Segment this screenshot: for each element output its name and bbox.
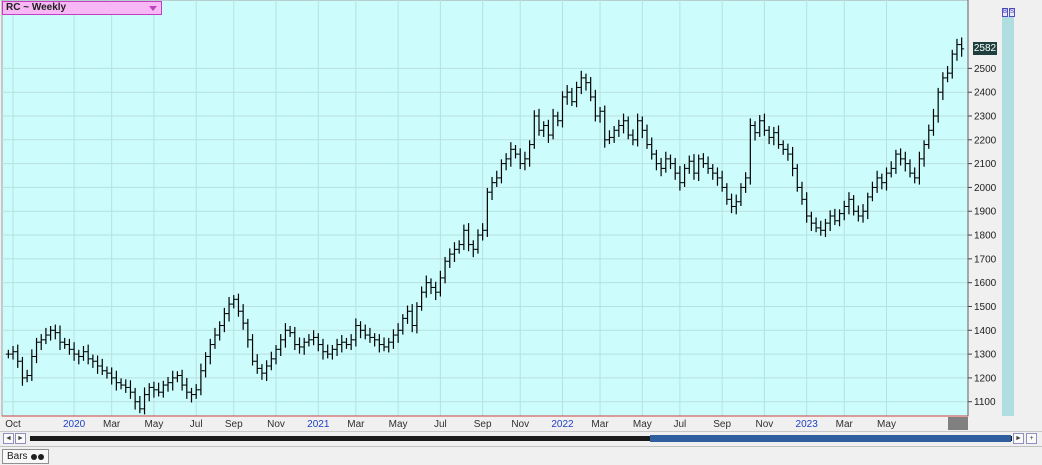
y-tick-label: 1300	[974, 350, 997, 361]
x-tick-label: 2022	[551, 419, 574, 430]
y-tick-label: 2300	[974, 112, 997, 123]
mini-button-s[interactable]: S	[1009, 8, 1015, 17]
y-tick-label: 2200	[974, 135, 997, 146]
mini-button-b[interactable]: B	[1002, 8, 1008, 17]
x-tick-label: May	[633, 419, 652, 430]
x-tick-label: 2021	[307, 419, 330, 430]
symbol-selector[interactable]: RC ~ Weekly	[2, 1, 162, 15]
mini-buttons: B S	[1002, 8, 1015, 17]
x-tick-label: Mar	[836, 419, 854, 430]
scroll-left-icon[interactable]: ◄	[3, 433, 14, 444]
y-tick-label: 1500	[974, 302, 997, 313]
last-price-tag: 2582	[973, 41, 997, 55]
x-tick-label: 2020	[63, 419, 86, 430]
x-tick-label: 2023	[796, 419, 819, 430]
y-tick-label: 1900	[974, 207, 997, 218]
x-tick-label: Sep	[713, 419, 731, 430]
x-tick-label: Jul	[434, 419, 447, 430]
circle-icon	[30, 453, 37, 460]
x-tick-label: Sep	[225, 419, 243, 430]
scroll-end-icon[interactable]: ►	[1013, 433, 1024, 444]
scroll-right-small-icon[interactable]: ►	[15, 433, 26, 444]
price-chart[interactable]: Oct 2020 Mar May Jul Sep Nov 2021 Mar May Jul Sep No…	[0, 0, 1042, 446]
x-tick-label: May	[877, 419, 896, 430]
x-tick-label: Jul	[673, 419, 686, 430]
x-tick-label: May	[389, 419, 408, 430]
y-tick-label: 1600	[974, 278, 997, 289]
y-tick-label: 1200	[974, 373, 997, 384]
x-tick-label: Mar	[591, 419, 609, 430]
x-tick-label: Nov	[511, 419, 529, 430]
y-tick-label: 1700	[974, 254, 997, 265]
x-tick-label: Mar	[347, 419, 365, 430]
y-tick-label: 1800	[974, 231, 997, 242]
right-margin-band	[1002, 16, 1014, 416]
x-axis-cursor-box	[948, 417, 968, 430]
x-tick-label: Oct	[5, 419, 21, 430]
chart-area[interactable]: Oct 2020 Mar May Jul Sep Nov 2021 Mar May Jul Sep No…	[0, 0, 1042, 446]
x-tick-label: May	[144, 419, 163, 430]
zoom-icon[interactable]: +	[1026, 433, 1037, 444]
x-tick-label: Jul	[190, 419, 203, 430]
x-tick-label: Nov	[267, 419, 285, 430]
scroll-thumb[interactable]	[650, 435, 1011, 442]
bars-tab[interactable]: Bars	[2, 449, 49, 464]
y-tick-label: 1400	[974, 326, 997, 337]
x-axis: Oct 2020 Mar May Jul Sep Nov 2021 Mar May Jul Sep No…	[2, 415, 968, 430]
horizontal-scrollbar[interactable]: ◄ ► ► +	[0, 431, 1042, 446]
y-tick-label: 1100	[974, 397, 996, 408]
status-bar: Bars	[0, 446, 1042, 465]
x-tick-label: Nov	[756, 419, 774, 430]
y-axis: 1100 1200 1300 1400 1500 1600 1700 1800 1900 2000…	[967, 0, 997, 416]
x-tick-label: Mar	[103, 419, 121, 430]
x-tick-label: Sep	[474, 419, 492, 430]
y-tick-label: 2500	[974, 64, 997, 75]
circle-icon	[37, 453, 44, 460]
y-tick-label: 2400	[974, 88, 997, 99]
symbol-label: RC ~ Weekly	[6, 2, 67, 13]
y-tick-label: 2000	[974, 183, 997, 194]
bars-tab-label: Bars	[7, 451, 28, 462]
y-tick-label: 2100	[974, 159, 997, 170]
dropdown-arrow-icon[interactable]	[149, 6, 157, 11]
